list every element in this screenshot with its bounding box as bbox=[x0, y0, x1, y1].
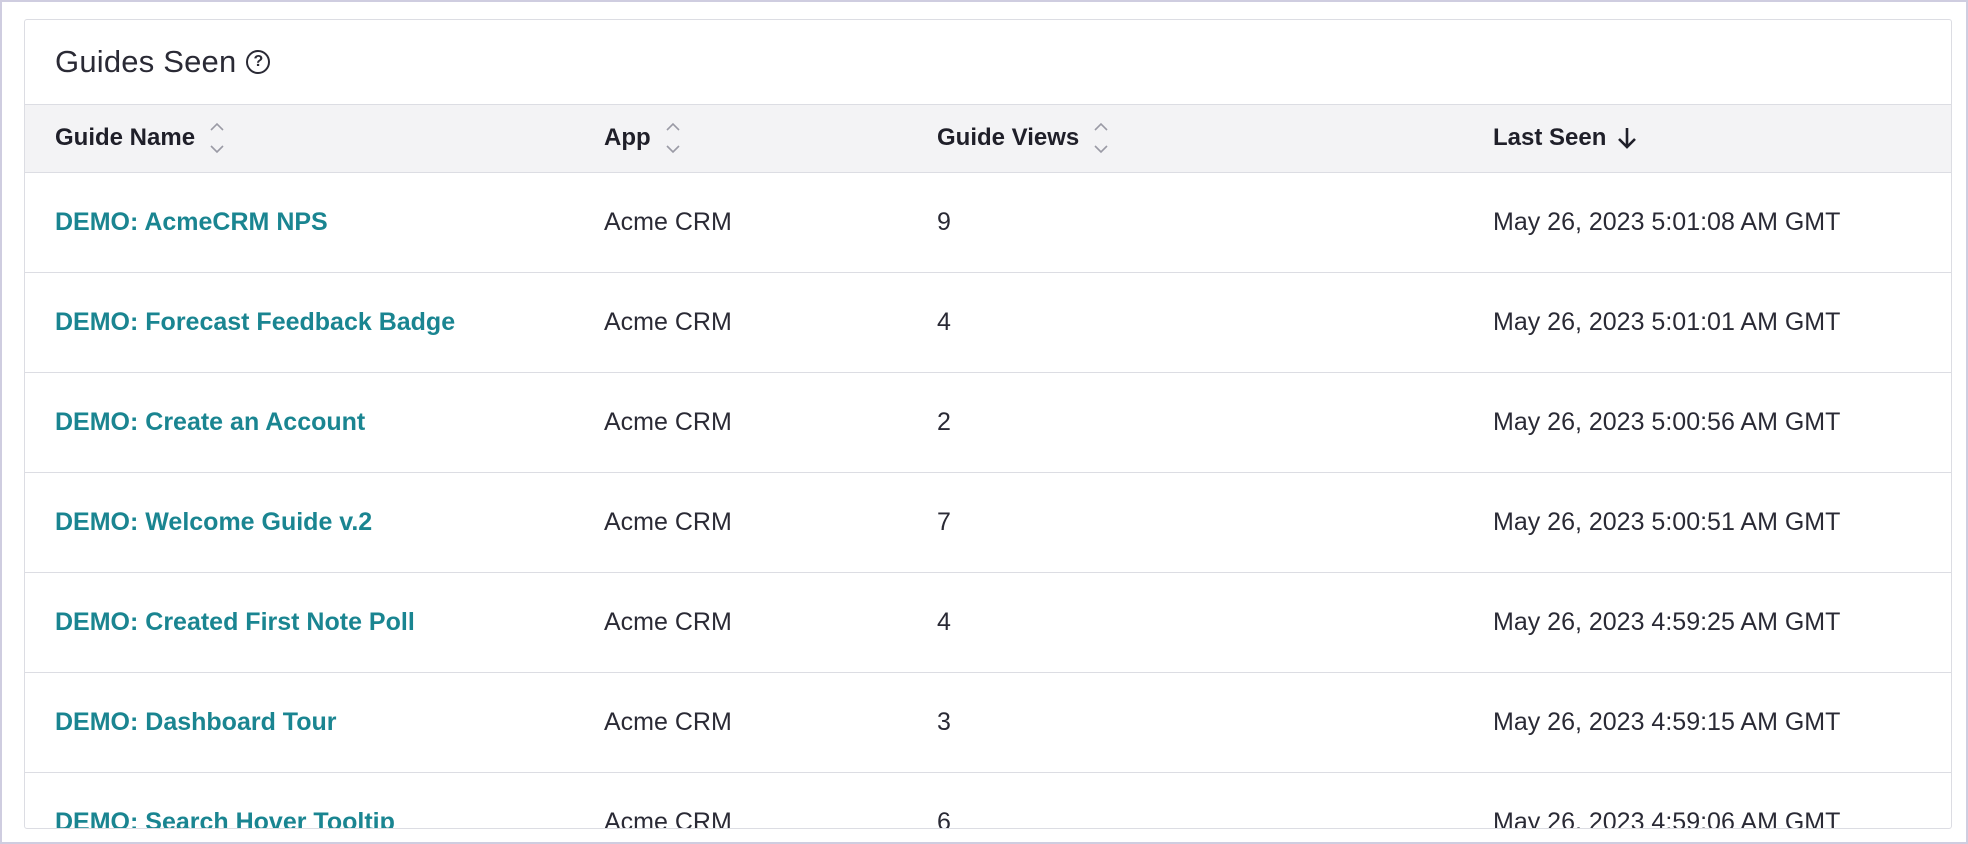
guide-name-link[interactable]: DEMO: Welcome Guide v.2 bbox=[55, 508, 372, 536]
guide-name-link[interactable]: DEMO: Create an Account bbox=[55, 408, 365, 436]
column-header-app[interactable]: App bbox=[604, 105, 937, 172]
panel-header: Guides Seen ? bbox=[25, 20, 1951, 105]
sort-neutral-icon[interactable] bbox=[209, 121, 225, 155]
app-cell: Acme CRM bbox=[604, 707, 732, 736]
guides-seen-panel: Guides Seen ? Guide Name App Guide Views… bbox=[24, 19, 1952, 829]
table-row: DEMO: Search Hover Tooltip Acme CRM 6 Ma… bbox=[25, 772, 1951, 829]
column-header-label: App bbox=[604, 124, 651, 152]
last-seen-cell: May 26, 2023 4:59:15 AM GMT bbox=[1493, 707, 1841, 736]
column-header-guide-views[interactable]: Guide Views bbox=[937, 105, 1493, 172]
guide-views-cell: 4 bbox=[937, 307, 951, 336]
guide-views-cell: 3 bbox=[937, 707, 951, 736]
last-seen-cell: May 26, 2023 4:59:06 AM GMT bbox=[1493, 807, 1841, 829]
guide-name-link[interactable]: DEMO: Dashboard Tour bbox=[55, 708, 336, 736]
column-header-label: Guide Views bbox=[937, 124, 1080, 152]
guide-views-cell: 7 bbox=[937, 507, 951, 536]
guide-name-link[interactable]: DEMO: Created First Note Poll bbox=[55, 608, 415, 636]
last-seen-cell: May 26, 2023 4:59:25 AM GMT bbox=[1493, 607, 1841, 636]
last-seen-cell: May 26, 2023 5:01:08 AM GMT bbox=[1493, 207, 1841, 236]
column-header-label: Last Seen bbox=[1493, 124, 1607, 152]
column-header-label: Guide Name bbox=[55, 124, 196, 152]
guide-views-cell: 6 bbox=[937, 807, 951, 829]
column-header-guide-name[interactable]: Guide Name bbox=[25, 105, 604, 172]
guide-name-link[interactable]: DEMO: AcmeCRM NPS bbox=[55, 208, 328, 236]
app-cell: Acme CRM bbox=[604, 407, 732, 436]
table-row: DEMO: Dashboard Tour Acme CRM 3 May 26, … bbox=[25, 672, 1951, 772]
app-cell: Acme CRM bbox=[604, 507, 732, 536]
table-row: DEMO: AcmeCRM NPS Acme CRM 9 May 26, 202… bbox=[25, 172, 1951, 272]
guide-name-link[interactable]: DEMO: Forecast Feedback Badge bbox=[55, 308, 455, 336]
last-seen-cell: May 26, 2023 5:01:01 AM GMT bbox=[1493, 307, 1841, 336]
guides-table: Guide Name App Guide Views Last Seen DEM… bbox=[25, 105, 1951, 829]
guide-views-cell: 4 bbox=[937, 607, 951, 636]
table-row: DEMO: Create an Account Acme CRM 2 May 2… bbox=[25, 372, 1951, 472]
table-row: DEMO: Forecast Feedback Badge Acme CRM 4… bbox=[25, 272, 1951, 372]
last-seen-cell: May 26, 2023 5:00:56 AM GMT bbox=[1493, 407, 1841, 436]
panel-title: Guides Seen bbox=[55, 44, 237, 79]
table-row: DEMO: Welcome Guide v.2 Acme CRM 7 May 2… bbox=[25, 472, 1951, 572]
guide-views-cell: 9 bbox=[937, 207, 951, 236]
app-cell: Acme CRM bbox=[604, 207, 732, 236]
guide-name-link[interactable]: DEMO: Search Hover Tooltip bbox=[55, 808, 395, 829]
app-cell: Acme CRM bbox=[604, 807, 732, 829]
sort-descending-icon[interactable] bbox=[1616, 126, 1638, 150]
app-cell: Acme CRM bbox=[604, 307, 732, 336]
sort-neutral-icon[interactable] bbox=[665, 121, 681, 155]
last-seen-cell: May 26, 2023 5:00:51 AM GMT bbox=[1493, 507, 1841, 536]
table-row: DEMO: Created First Note Poll Acme CRM 4… bbox=[25, 572, 1951, 672]
sort-neutral-icon[interactable] bbox=[1093, 121, 1109, 155]
app-cell: Acme CRM bbox=[604, 607, 732, 636]
help-icon[interactable]: ? bbox=[246, 50, 271, 74]
column-header-last-seen[interactable]: Last Seen bbox=[1493, 105, 1951, 172]
guide-views-cell: 2 bbox=[937, 407, 951, 436]
table-header-row: Guide Name App Guide Views Last Seen bbox=[25, 105, 1951, 172]
